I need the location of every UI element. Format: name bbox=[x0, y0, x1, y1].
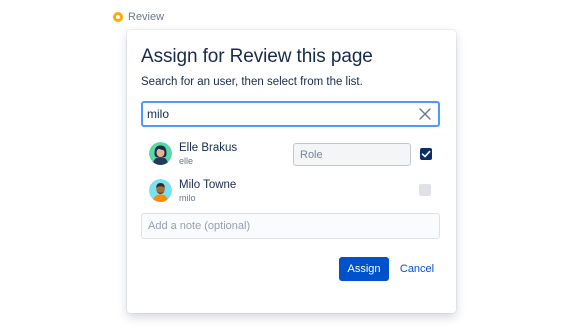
clear-search-icon[interactable] bbox=[418, 107, 432, 121]
note-input[interactable] bbox=[141, 213, 440, 239]
user-search-input[interactable] bbox=[147, 105, 407, 123]
review-status-icon bbox=[113, 12, 123, 22]
man-avatar-icon bbox=[149, 179, 172, 202]
user-row-milo-towne[interactable]: Milo Towne milo bbox=[149, 178, 441, 204]
select-user-checkbox[interactable] bbox=[420, 148, 432, 160]
user-handle: milo bbox=[179, 193, 196, 203]
assign-button[interactable]: Assign bbox=[339, 257, 389, 281]
dialog-title: Assign for Review this page bbox=[141, 46, 373, 67]
user-search-field[interactable] bbox=[141, 101, 440, 127]
assign-review-dialog: Assign for Review this page Search for a… bbox=[127, 30, 456, 313]
select-user-checkbox[interactable] bbox=[419, 184, 431, 196]
user-row-elle-brakus[interactable]: Elle Brakus elle bbox=[149, 141, 441, 167]
user-handle: elle bbox=[179, 156, 194, 166]
cancel-button[interactable]: Cancel bbox=[395, 257, 439, 281]
role-input[interactable] bbox=[293, 143, 411, 166]
review-status: Review bbox=[113, 11, 164, 23]
woman-avatar-icon bbox=[149, 142, 172, 165]
user-name: Milo Towne bbox=[179, 179, 237, 191]
user-name: Elle Brakus bbox=[179, 142, 238, 154]
checkmark-icon bbox=[421, 150, 431, 158]
page: Review Assign for Review this page Searc… bbox=[0, 0, 580, 329]
review-status-label: Review bbox=[128, 11, 165, 23]
dialog-instructions: Search for an user, then select from the… bbox=[141, 76, 363, 88]
